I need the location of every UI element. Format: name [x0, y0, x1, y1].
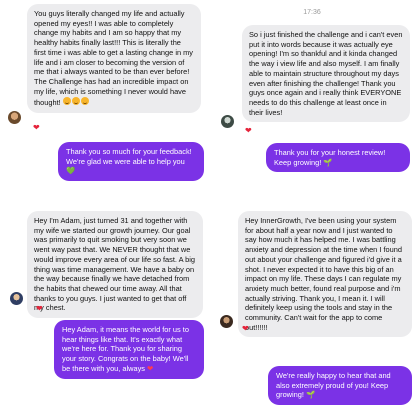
testimonial-collage: You guys literally changed my life and a… [0, 0, 416, 416]
message-text: So i just finished the challenge and i c… [249, 30, 403, 117]
incoming-message: Hey InnerGrowth, I've been using your sy… [238, 211, 412, 338]
reply-text: Hey Adam, it means the world for us to h… [62, 325, 189, 373]
avatar[interactable] [221, 115, 234, 128]
outgoing-reply: Hey Adam, it means the world for us to h… [54, 320, 204, 379]
incoming-message: Hey I'm Adam, just turned 31 and togethe… [27, 211, 203, 319]
seedling-icon: 🌱 [306, 390, 316, 400]
message-text: Hey InnerGrowth, I've been using your sy… [245, 216, 402, 332]
reply-text: Thank you so much for your feedback! We'… [66, 147, 192, 166]
chat-panel-bottom-left: Hey I'm Adam, just turned 31 and togethe… [0, 208, 208, 416]
red-heart-icon: ❤ [147, 363, 154, 373]
smiling-face-icon [62, 97, 71, 106]
seedling-icon: 🌱 [323, 157, 333, 167]
message-text: You guys literally changed my life and a… [34, 9, 193, 108]
avatar[interactable] [10, 292, 23, 305]
chat-panel-bottom-right: Hey InnerGrowth, I've been using your sy… [208, 208, 416, 416]
smiling-face-icon [71, 97, 80, 106]
heart-reaction-icon[interactable]: ❤ [33, 123, 40, 133]
chat-panel-top-right: 17:36 So i just finished the challenge a… [208, 0, 416, 208]
message-text: Hey I'm Adam, just turned 31 and togethe… [34, 216, 196, 313]
reply-text: We're really happy to hear that and also… [276, 371, 391, 400]
avatar[interactable] [8, 111, 21, 124]
outgoing-reply: Thank you so much for your feedback! We'… [58, 142, 204, 182]
incoming-message: You guys literally changed my life and a… [27, 4, 201, 114]
heart-reaction-icon[interactable]: ❤ [242, 324, 249, 334]
outgoing-reply: We're really happy to hear that and also… [268, 366, 412, 406]
chat-panel-top-left: You guys literally changed my life and a… [0, 0, 208, 208]
avatar[interactable] [220, 315, 233, 328]
green-heart-icon: 💚 [66, 166, 76, 176]
emoji-row [62, 97, 89, 106]
heart-reaction-icon[interactable]: ❤ [36, 304, 43, 314]
smiling-face-icon [80, 97, 89, 106]
outgoing-reply: Thank you for your honest review! Keep g… [266, 143, 410, 173]
timestamp: 17:36 [303, 9, 321, 16]
heart-reaction-icon[interactable]: ❤ [245, 126, 252, 136]
incoming-message: So i just finished the challenge and i c… [242, 25, 410, 123]
